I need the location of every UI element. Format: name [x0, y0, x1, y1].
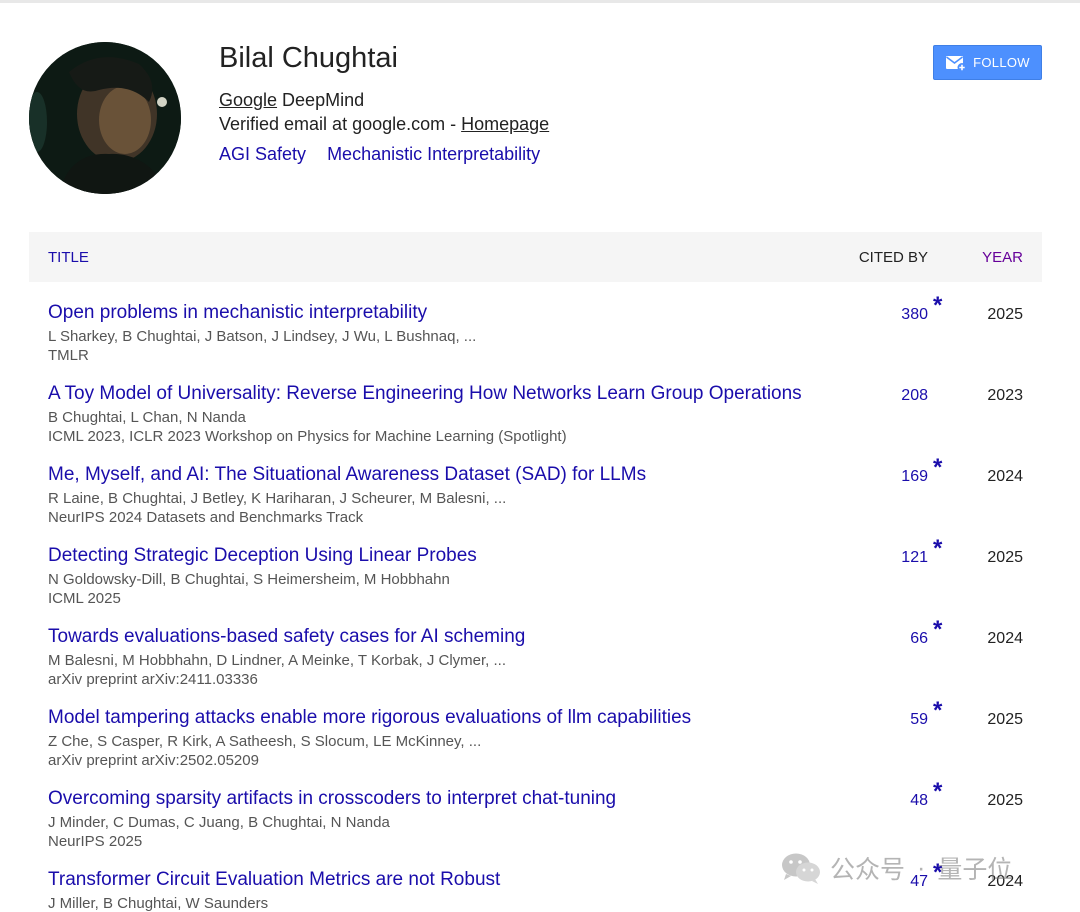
table-row: A Toy Model of Universality: Reverse Eng…	[29, 383, 1042, 463]
merged-citations-star[interactable]: *	[933, 616, 942, 644]
profile-name: Bilal Chughtai	[219, 42, 398, 74]
paper-venue: TMLR	[48, 347, 89, 364]
paper-authors: J Miller, B Chughtai, W Saunders	[48, 895, 269, 912]
paper-title-link[interactable]: Detecting Strategic Deception Using Line…	[48, 545, 477, 567]
follow-label: FOLLOW	[973, 55, 1030, 70]
watermark-separator: ·	[917, 853, 926, 882]
table-row: Detecting Strategic Deception Using Line…	[29, 535, 1042, 625]
cited-by-count[interactable]: 59	[910, 711, 928, 729]
envelope-plus-icon	[946, 55, 967, 72]
paper-authors: R Laine, B Chughtai, J Betley, K Harihar…	[48, 490, 507, 507]
cited-by-count[interactable]: 208	[901, 387, 928, 405]
interest-agi-safety[interactable]: AGI Safety	[219, 144, 306, 164]
table-row: Open problems in mechanistic interpretab…	[29, 292, 1042, 382]
paper-year: 2025	[987, 549, 1023, 566]
paper-title-link[interactable]: Overcoming sparsity artifacts in crossco…	[48, 788, 616, 810]
merged-citations-star[interactable]: *	[933, 697, 942, 725]
cited-by-count[interactable]: 48	[910, 792, 928, 810]
paper-year: 2023	[987, 387, 1023, 404]
paper-title-link[interactable]: Open problems in mechanistic interpretab…	[48, 302, 427, 324]
table-row: Me, Myself, and AI: The Situational Awar…	[29, 454, 1042, 544]
paper-venue: arXiv preprint arXiv:2411.03336	[48, 671, 258, 688]
affiliation-link[interactable]: Google	[219, 90, 277, 110]
wechat-icon	[782, 853, 820, 884]
cited-by-count[interactable]: 169	[901, 468, 928, 486]
paper-title-link[interactable]: Model tampering attacks enable more rigo…	[48, 707, 691, 729]
sort-by-cited[interactable]: CITED BY	[859, 249, 928, 266]
merged-citations-star[interactable]: *	[933, 454, 942, 482]
merged-citations-star[interactable]: *	[933, 292, 942, 320]
publications-table-header: TITLE CITED BY YEAR	[29, 232, 1042, 282]
cited-by-count[interactable]: 121	[901, 549, 928, 567]
cited-by-count[interactable]: 66	[910, 630, 928, 648]
sort-by-year[interactable]: YEAR	[982, 249, 1023, 266]
paper-venue: NeurIPS 2024 Datasets and Benchmarks Tra…	[48, 509, 364, 526]
wechat-watermark: 公众号 · 量子位	[780, 848, 1012, 888]
paper-year: 2025	[987, 711, 1023, 728]
paper-venue: ICML 2023, ICLR 2023 Workshop on Physics…	[48, 428, 567, 445]
paper-authors: J Minder, C Dumas, C Juang, B Chughtai, …	[48, 814, 390, 831]
paper-authors: L Sharkey, B Chughtai, J Batson, J Linds…	[48, 328, 477, 345]
paper-venue: arXiv preprint arXiv:2502.05209	[48, 752, 259, 769]
sort-by-title[interactable]: TITLE	[48, 249, 89, 266]
follow-button[interactable]: FOLLOW	[933, 45, 1042, 80]
paper-title-link[interactable]: Transformer Circuit Evaluation Metrics a…	[48, 869, 500, 891]
watermark-text-left: 公众号	[830, 856, 906, 884]
paper-authors: M Balesni, M Hobbhahn, D Lindner, A Mein…	[48, 652, 506, 669]
homepage-link[interactable]: Homepage	[461, 114, 549, 134]
paper-year: 2025	[987, 792, 1023, 809]
paper-title-link[interactable]: A Toy Model of Universality: Reverse Eng…	[48, 383, 802, 405]
watermark-text-right: 量子位	[937, 856, 1013, 884]
cited-by-count[interactable]: 380	[901, 306, 928, 324]
table-row: Model tampering attacks enable more rigo…	[29, 697, 1042, 787]
paper-authors: Z Che, S Casper, R Kirk, A Satheesh, S S…	[48, 733, 482, 750]
top-divider	[0, 0, 1080, 3]
verified-email-text: Verified email at google.com -	[219, 114, 462, 134]
table-row: Towards evaluations-based safety cases f…	[29, 616, 1042, 706]
profile-avatar	[29, 42, 181, 194]
merged-citations-star[interactable]: *	[933, 535, 942, 563]
paper-authors: N Goldowsky-Dill, B Chughtai, S Heimersh…	[48, 571, 450, 588]
avatar-photo	[29, 42, 181, 194]
research-interests: AGI Safety Mechanistic Interpretability	[219, 144, 556, 165]
profile-affiliation: Google DeepMind	[219, 90, 364, 111]
paper-year: 2025	[987, 306, 1023, 323]
paper-authors: B Chughtai, L Chan, N Nanda	[48, 409, 246, 426]
paper-venue: NeurIPS 2025	[48, 833, 143, 850]
paper-year: 2024	[987, 630, 1023, 647]
interest-mechanistic-interpretability[interactable]: Mechanistic Interpretability	[327, 144, 540, 164]
paper-year: 2024	[987, 468, 1023, 485]
merged-citations-star[interactable]: *	[933, 778, 942, 806]
paper-venue: ICML 2025	[48, 590, 121, 607]
profile-email: Verified email at google.com - Homepage	[219, 114, 549, 135]
affiliation-rest: DeepMind	[277, 90, 365, 110]
paper-title-link[interactable]: Towards evaluations-based safety cases f…	[48, 626, 525, 648]
paper-title-link[interactable]: Me, Myself, and AI: The Situational Awar…	[48, 464, 646, 486]
